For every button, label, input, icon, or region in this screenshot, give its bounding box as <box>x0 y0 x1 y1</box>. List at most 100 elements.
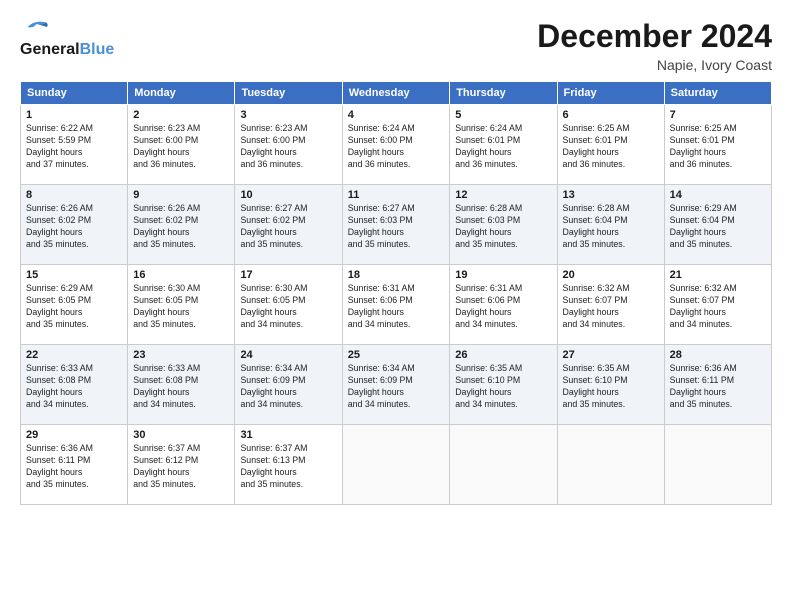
table-row: 20 Sunrise: 6:32 AM Sunset: 6:07 PM Dayl… <box>557 265 664 345</box>
day-number: 26 <box>455 349 551 361</box>
day-info: Sunrise: 6:29 AM Sunset: 6:04 PM Dayligh… <box>670 203 766 251</box>
day-number: 19 <box>455 269 551 281</box>
table-row: 16 Sunrise: 6:30 AM Sunset: 6:05 PM Dayl… <box>128 265 235 345</box>
day-info: Sunrise: 6:26 AM Sunset: 6:02 PM Dayligh… <box>133 203 229 251</box>
day-info: Sunrise: 6:23 AM Sunset: 6:00 PM Dayligh… <box>133 123 229 171</box>
day-number: 17 <box>240 269 336 281</box>
day-number: 1 <box>26 109 122 121</box>
table-row: 23 Sunrise: 6:33 AM Sunset: 6:08 PM Dayl… <box>128 345 235 425</box>
day-info: Sunrise: 6:28 AM Sunset: 6:04 PM Dayligh… <box>563 203 659 251</box>
calendar-week-row: 8 Sunrise: 6:26 AM Sunset: 6:02 PM Dayli… <box>21 185 772 265</box>
table-row: 24 Sunrise: 6:34 AM Sunset: 6:09 PM Dayl… <box>235 345 342 425</box>
day-info: Sunrise: 6:26 AM Sunset: 6:02 PM Dayligh… <box>26 203 122 251</box>
day-info: Sunrise: 6:25 AM Sunset: 6:01 PM Dayligh… <box>563 123 659 171</box>
day-number: 4 <box>348 109 445 121</box>
calendar-header-row: Sunday Monday Tuesday Wednesday Thursday… <box>21 82 772 105</box>
day-info: Sunrise: 6:32 AM Sunset: 6:07 PM Dayligh… <box>670 283 766 331</box>
day-info: Sunrise: 6:31 AM Sunset: 6:06 PM Dayligh… <box>455 283 551 331</box>
table-row: 25 Sunrise: 6:34 AM Sunset: 6:09 PM Dayl… <box>342 345 450 425</box>
table-row: 15 Sunrise: 6:29 AM Sunset: 6:05 PM Dayl… <box>21 265 128 345</box>
table-row: 8 Sunrise: 6:26 AM Sunset: 6:02 PM Dayli… <box>21 185 128 265</box>
day-number: 13 <box>563 189 659 201</box>
day-info: Sunrise: 6:25 AM Sunset: 6:01 PM Dayligh… <box>670 123 766 171</box>
day-number: 6 <box>563 109 659 121</box>
day-info: Sunrise: 6:30 AM Sunset: 6:05 PM Dayligh… <box>240 283 336 331</box>
day-info: Sunrise: 6:35 AM Sunset: 6:10 PM Dayligh… <box>455 363 551 411</box>
calendar-week-row: 15 Sunrise: 6:29 AM Sunset: 6:05 PM Dayl… <box>21 265 772 345</box>
day-number: 16 <box>133 269 229 281</box>
table-row <box>557 425 664 505</box>
logo-general: General <box>20 41 80 59</box>
day-number: 14 <box>670 189 766 201</box>
day-number: 24 <box>240 349 336 361</box>
col-saturday: Saturday <box>664 82 771 105</box>
table-row: 18 Sunrise: 6:31 AM Sunset: 6:06 PM Dayl… <box>342 265 450 345</box>
col-wednesday: Wednesday <box>342 82 450 105</box>
day-number: 30 <box>133 429 229 441</box>
day-number: 31 <box>240 429 336 441</box>
day-number: 29 <box>26 429 122 441</box>
table-row: 29 Sunrise: 6:36 AM Sunset: 6:11 PM Dayl… <box>21 425 128 505</box>
day-info: Sunrise: 6:27 AM Sunset: 6:03 PM Dayligh… <box>348 203 445 251</box>
col-friday: Friday <box>557 82 664 105</box>
day-number: 20 <box>563 269 659 281</box>
table-row: 14 Sunrise: 6:29 AM Sunset: 6:04 PM Dayl… <box>664 185 771 265</box>
logo-blue: Blue <box>80 41 115 59</box>
day-info: Sunrise: 6:31 AM Sunset: 6:06 PM Dayligh… <box>348 283 445 331</box>
day-number: 21 <box>670 269 766 281</box>
day-info: Sunrise: 6:29 AM Sunset: 6:05 PM Dayligh… <box>26 283 122 331</box>
calendar-week-row: 22 Sunrise: 6:33 AM Sunset: 6:08 PM Dayl… <box>21 345 772 425</box>
day-info: Sunrise: 6:27 AM Sunset: 6:02 PM Dayligh… <box>240 203 336 251</box>
table-row: 27 Sunrise: 6:35 AM Sunset: 6:10 PM Dayl… <box>557 345 664 425</box>
day-info: Sunrise: 6:23 AM Sunset: 6:00 PM Dayligh… <box>240 123 336 171</box>
day-info: Sunrise: 6:24 AM Sunset: 6:00 PM Dayligh… <box>348 123 445 171</box>
col-sunday: Sunday <box>21 82 128 105</box>
table-row: 7 Sunrise: 6:25 AM Sunset: 6:01 PM Dayli… <box>664 105 771 185</box>
day-number: 15 <box>26 269 122 281</box>
calendar-week-row: 29 Sunrise: 6:36 AM Sunset: 6:11 PM Dayl… <box>21 425 772 505</box>
table-row: 10 Sunrise: 6:27 AM Sunset: 6:02 PM Dayl… <box>235 185 342 265</box>
table-row: 3 Sunrise: 6:23 AM Sunset: 6:00 PM Dayli… <box>235 105 342 185</box>
table-row <box>450 425 557 505</box>
day-info: Sunrise: 6:24 AM Sunset: 6:01 PM Dayligh… <box>455 123 551 171</box>
calendar-table: Sunday Monday Tuesday Wednesday Thursday… <box>20 81 772 505</box>
table-row: 21 Sunrise: 6:32 AM Sunset: 6:07 PM Dayl… <box>664 265 771 345</box>
table-row: 1 Sunrise: 6:22 AM Sunset: 5:59 PM Dayli… <box>21 105 128 185</box>
col-tuesday: Tuesday <box>235 82 342 105</box>
day-info: Sunrise: 6:36 AM Sunset: 6:11 PM Dayligh… <box>670 363 766 411</box>
day-number: 11 <box>348 189 445 201</box>
table-row: 22 Sunrise: 6:33 AM Sunset: 6:08 PM Dayl… <box>21 345 128 425</box>
day-info: Sunrise: 6:32 AM Sunset: 6:07 PM Dayligh… <box>563 283 659 331</box>
day-info: Sunrise: 6:35 AM Sunset: 6:10 PM Dayligh… <box>563 363 659 411</box>
table-row: 5 Sunrise: 6:24 AM Sunset: 6:01 PM Dayli… <box>450 105 557 185</box>
day-number: 8 <box>26 189 122 201</box>
day-number: 5 <box>455 109 551 121</box>
location: Napie, Ivory Coast <box>537 57 772 73</box>
month-title: December 2024 <box>537 18 772 55</box>
table-row: 19 Sunrise: 6:31 AM Sunset: 6:06 PM Dayl… <box>450 265 557 345</box>
table-row: 12 Sunrise: 6:28 AM Sunset: 6:03 PM Dayl… <box>450 185 557 265</box>
table-row: 28 Sunrise: 6:36 AM Sunset: 6:11 PM Dayl… <box>664 345 771 425</box>
table-row: 13 Sunrise: 6:28 AM Sunset: 6:04 PM Dayl… <box>557 185 664 265</box>
day-info: Sunrise: 6:33 AM Sunset: 6:08 PM Dayligh… <box>133 363 229 411</box>
logo-bird-icon <box>20 18 50 36</box>
day-number: 3 <box>240 109 336 121</box>
day-number: 22 <box>26 349 122 361</box>
page: General Blue December 2024 Napie, Ivory … <box>0 0 792 612</box>
day-number: 18 <box>348 269 445 281</box>
day-info: Sunrise: 6:22 AM Sunset: 5:59 PM Dayligh… <box>26 123 122 171</box>
table-row: 9 Sunrise: 6:26 AM Sunset: 6:02 PM Dayli… <box>128 185 235 265</box>
day-info: Sunrise: 6:30 AM Sunset: 6:05 PM Dayligh… <box>133 283 229 331</box>
table-row <box>342 425 450 505</box>
day-info: Sunrise: 6:36 AM Sunset: 6:11 PM Dayligh… <box>26 443 122 491</box>
day-number: 7 <box>670 109 766 121</box>
table-row <box>664 425 771 505</box>
day-number: 9 <box>133 189 229 201</box>
day-info: Sunrise: 6:28 AM Sunset: 6:03 PM Dayligh… <box>455 203 551 251</box>
day-number: 28 <box>670 349 766 361</box>
table-row: 17 Sunrise: 6:30 AM Sunset: 6:05 PM Dayl… <box>235 265 342 345</box>
day-info: Sunrise: 6:34 AM Sunset: 6:09 PM Dayligh… <box>348 363 445 411</box>
header: General Blue December 2024 Napie, Ivory … <box>20 18 772 73</box>
day-number: 2 <box>133 109 229 121</box>
table-row: 30 Sunrise: 6:37 AM Sunset: 6:12 PM Dayl… <box>128 425 235 505</box>
